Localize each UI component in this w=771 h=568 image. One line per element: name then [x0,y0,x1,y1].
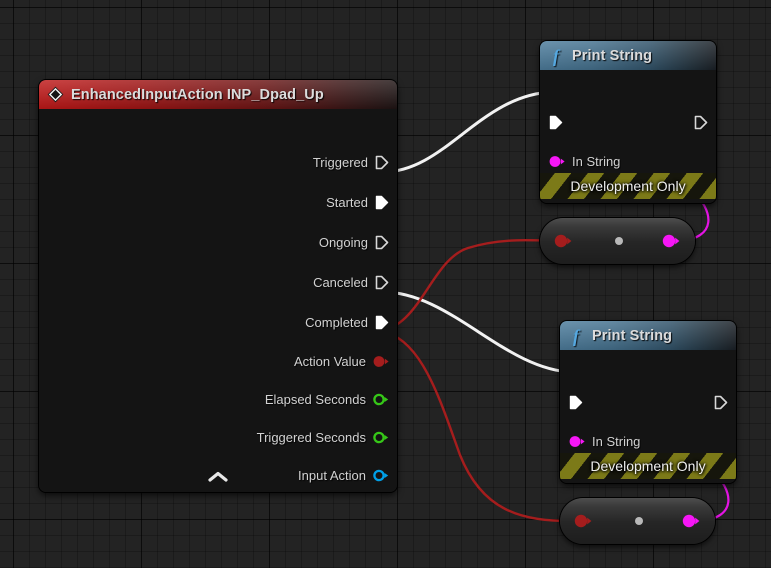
development-only-label: Development Only [590,458,705,474]
pin-row-action-value[interactable]: Action Value [294,351,389,371]
pin-row-in-string[interactable]: In String [549,151,620,171]
pin-label-ongoing: Ongoing [319,235,368,250]
function-fx-icon: f [548,47,564,65]
data-pin-conversion-2-in-icon[interactable] [574,514,592,528]
data-pin-in-string-icon[interactable] [569,435,585,448]
function-fx-icon: f [568,327,584,345]
exec-pin-in-icon[interactable] [569,395,583,410]
data-pin-in-string-icon[interactable] [549,155,565,168]
node-print-string-2[interactable]: f Print String In String [560,321,736,483]
pin-row-triggered[interactable]: Triggered [313,152,389,172]
pin-row-started[interactable]: Started [326,192,389,212]
pin-label-completed: Completed [305,315,368,330]
blueprint-graph-canvas[interactable]: EnhancedInputAction INP_Dpad_Up Triggere… [0,0,771,568]
exec-pin-in-icon[interactable] [549,115,563,130]
pin-label-in-string: In String [572,154,620,169]
node-conversion-2[interactable] [560,498,715,544]
wire-completed-to-print2-exec [383,292,572,372]
exec-pin-canceled-icon[interactable] [375,275,389,290]
pin-row-exec-out[interactable] [694,112,708,132]
conversion-1-center-dot [615,237,623,245]
pin-label-action-value: Action Value [294,354,366,369]
wire-started-to-print1-exec [383,92,552,172]
pin-row-exec-in[interactable] [569,392,583,412]
pin-label-canceled: Canceled [313,275,368,290]
node-enhanced-input-action[interactable]: EnhancedInputAction INP_Dpad_Up Triggere… [39,80,397,492]
exec-pin-ongoing-icon[interactable] [375,235,389,250]
node-header[interactable]: f Print String [540,41,716,70]
data-pin-triggered-seconds-icon[interactable] [373,431,389,444]
node-header[interactable]: f Print String [560,321,736,350]
development-only-banner: Development Only [560,453,736,479]
node-body: In String Development Only [560,350,736,483]
data-pin-elapsed-seconds-icon[interactable] [373,393,389,406]
wire-actionvalue-to-convert1 [375,240,556,331]
pin-row-exec-out[interactable] [714,392,728,412]
data-pin-conversion-1-in-icon[interactable] [554,234,572,248]
pin-row-elapsed-seconds[interactable]: Elapsed Seconds [265,389,389,409]
pin-row-completed[interactable]: Completed [305,312,389,332]
pin-label-in-string: In String [592,434,640,449]
conversion-2-center-dot [635,517,643,525]
node-title: Print String [572,48,652,64]
development-only-label: Development Only [570,178,685,194]
node-header[interactable]: EnhancedInputAction INP_Dpad_Up [39,80,397,109]
node-title: Print String [592,328,672,344]
development-only-banner: Development Only [540,173,716,199]
pin-row-exec-in[interactable] [549,112,563,132]
pin-label-started: Started [326,195,368,210]
pin-row-in-string[interactable]: In String [569,431,640,451]
exec-pin-triggered-icon[interactable] [375,155,389,170]
node-print-string-1[interactable]: f Print String In S [540,41,716,203]
pin-row-triggered-seconds[interactable]: Triggered Seconds [257,427,389,447]
node-body: Triggered Started Ongoing [39,109,397,492]
data-pin-conversion-2-out-icon[interactable] [682,514,700,528]
wire-actionvalue-to-convert2 [375,331,576,521]
pin-row-input-action[interactable]: Input Action [298,465,389,485]
data-pin-conversion-1-out-icon[interactable] [662,234,680,248]
pin-label-input-action: Input Action [298,468,366,483]
node-conversion-1[interactable] [540,218,695,264]
data-pin-input-action-icon[interactable] [373,469,389,482]
exec-pin-out-icon[interactable] [714,395,728,410]
pin-label-elapsed-seconds: Elapsed Seconds [265,392,366,407]
pin-label-triggered: Triggered [313,155,368,170]
node-title: EnhancedInputAction INP_Dpad_Up [71,87,324,103]
exec-pin-started-icon[interactable] [375,195,389,210]
diamond-icon [47,86,64,103]
pin-row-canceled[interactable]: Canceled [313,272,389,292]
node-body: In String Development Only [540,70,716,203]
collapse-chevron-up-icon[interactable] [207,470,229,484]
data-pin-action-value-icon[interactable] [373,355,389,368]
exec-pin-out-icon[interactable] [694,115,708,130]
pin-label-triggered-seconds: Triggered Seconds [257,430,366,445]
pin-row-ongoing[interactable]: Ongoing [319,232,389,252]
exec-pin-completed-icon[interactable] [375,315,389,330]
